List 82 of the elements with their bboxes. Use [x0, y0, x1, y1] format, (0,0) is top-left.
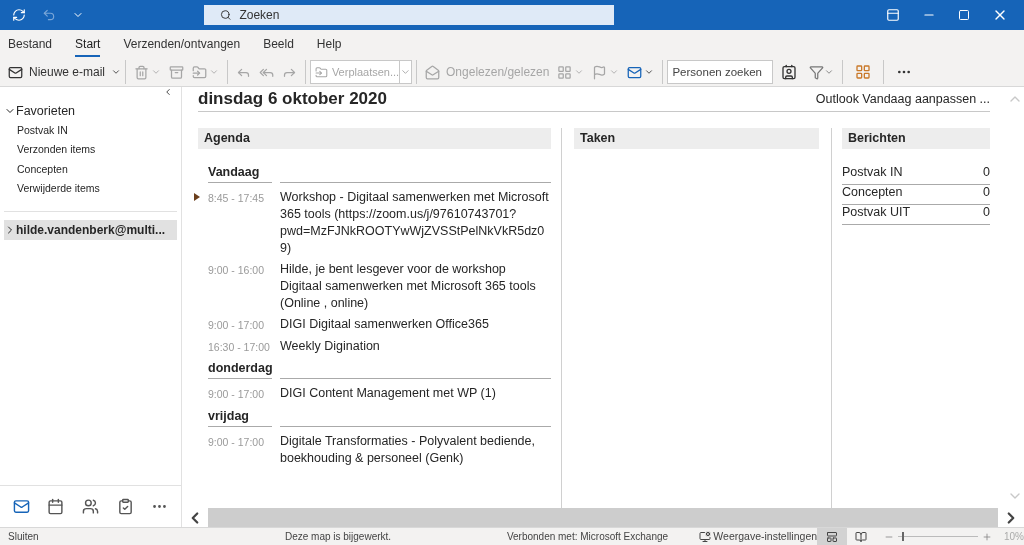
- favorites-header[interactable]: Favorieten: [0, 101, 181, 121]
- message-count: 0: [983, 164, 990, 182]
- clipboard-icon[interactable]: [116, 498, 134, 515]
- people-search-field[interactable]: Personen zoeken: [667, 60, 774, 84]
- menu-tab[interactable]: Start: [75, 35, 101, 57]
- refresh-icon[interactable]: [12, 8, 26, 22]
- account-item[interactable]: hilde.vandenberk@multi...: [4, 220, 177, 240]
- ribbon-display-icon[interactable]: [886, 8, 900, 22]
- event-title[interactable]: Weekly Digination: [280, 337, 550, 356]
- event-time: 9:00 - 16:00: [208, 262, 266, 278]
- caret-icon: [151, 67, 162, 77]
- event-time: 16:30 - 17:00: [208, 339, 271, 355]
- menu-tab[interactable]: Beeld: [263, 35, 294, 57]
- search-field[interactable]: Zoeken: [204, 5, 614, 25]
- open-envelope-icon: [425, 64, 441, 80]
- event-time: 9:00 - 17:00: [208, 317, 266, 333]
- maximize-icon[interactable]: [958, 9, 970, 21]
- zoom-level: 10%: [1004, 530, 1024, 544]
- status-text: Sluiten: [7, 530, 40, 544]
- zoom-in-icon[interactable]: [982, 531, 992, 542]
- grid-icon: [557, 64, 573, 80]
- grid-icon: [855, 64, 872, 80]
- message-count: 0: [983, 184, 990, 202]
- caret-icon: [609, 67, 620, 77]
- caret-icon: [574, 67, 585, 77]
- event-title[interactable]: DIGI Digitaal samenwerken Office365: [280, 315, 550, 334]
- section-header: Agenda: [198, 128, 551, 149]
- day-heading: Vandaag: [208, 163, 272, 183]
- menu-tab[interactable]: Help: [316, 35, 342, 57]
- folder-name[interactable]: Postvak IN: [842, 163, 903, 182]
- folder-item[interactable]: Verwijderde items: [0, 179, 181, 199]
- envelope-icon: [627, 64, 643, 80]
- folder-name[interactable]: Concepten: [842, 183, 903, 202]
- view-settings-button[interactable]: Weergave-instellingen: [699, 528, 818, 545]
- normal-view-button[interactable]: [817, 528, 847, 545]
- flag-icon: [592, 64, 608, 80]
- caret-icon: [111, 67, 122, 77]
- message-count: 0: [983, 204, 990, 222]
- customize-link[interactable]: Outlook Vandaag aanpassen ...: [815, 90, 990, 109]
- folder-icon: [192, 64, 208, 80]
- event-title[interactable]: Hilde, je bent lesgever voor de workshop Digitaal samenwerken met Microsoft 365 tools (Online , online): [280, 260, 550, 312]
- contact-card-icon: [781, 64, 798, 80]
- folder-item[interactable]: Postvak IN: [0, 121, 181, 141]
- section-header: Taken: [574, 128, 819, 149]
- day-heading: vrijdag: [208, 406, 272, 427]
- connection-status: Verbonden met: Microsoft Exchange: [506, 530, 670, 544]
- caret-icon: [399, 61, 412, 83]
- folder-icon: [315, 65, 328, 79]
- folder-item[interactable]: Concepten: [0, 160, 181, 180]
- people-icon[interactable]: [82, 498, 99, 515]
- current-event-marker: [194, 192, 200, 201]
- folder-name[interactable]: Postvak UIT: [842, 203, 911, 222]
- undo-icon[interactable]: [42, 8, 56, 22]
- book-icon: [855, 530, 868, 543]
- day-heading: donderdag: [208, 359, 272, 379]
- date-heading: dinsdag 6 oktober 2020: [198, 87, 387, 110]
- menu-tab[interactable]: Verzenden/ontvangen: [123, 35, 241, 57]
- trash-icon: [134, 64, 150, 80]
- archive-icon: [169, 64, 185, 80]
- mail-icon[interactable]: [12, 498, 30, 515]
- caret-icon: [644, 67, 655, 77]
- envelope-icon: [8, 64, 23, 80]
- menu-tab[interactable]: Bestand: [8, 35, 53, 57]
- status-text: Deze map is bijgewerkt.: [284, 530, 393, 544]
- calendar-icon[interactable]: [47, 498, 65, 515]
- event-title[interactable]: Digitale Transformaties - Polyvalent bediende, boekhouding & personeel (Genk): [280, 432, 550, 467]
- folder-item[interactable]: Verzonden items: [0, 140, 181, 160]
- event-time: 8:45 - 17:45: [208, 190, 266, 206]
- event-time: 9:00 - 17:00: [208, 434, 266, 450]
- filter-icon: [809, 64, 825, 80]
- collapse-icon[interactable]: [163, 87, 173, 97]
- caret-icon: [209, 67, 220, 77]
- monitor-gear-icon: [699, 530, 712, 543]
- caret-icon: [824, 67, 835, 77]
- search-input[interactable]: Zoeken: [239, 6, 598, 24]
- event-title[interactable]: Workshop - Digitaal samenwerken met Microsoft 365 tools (https://zoom.us/j/97610743701? pwd=MzFJNkROOTYwWjZVSStPelNkVkR5dz09): [280, 188, 550, 257]
- layout-icon: [825, 530, 838, 543]
- event-time: 9:00 - 17:00: [208, 387, 266, 402]
- new-email-button[interactable]: Nieuwe e-mail: [8, 60, 122, 84]
- event-title[interactable]: DIGI Content Management met WP (1): [280, 385, 550, 403]
- section-header: Berichten: [842, 128, 990, 149]
- search-icon: [220, 9, 232, 21]
